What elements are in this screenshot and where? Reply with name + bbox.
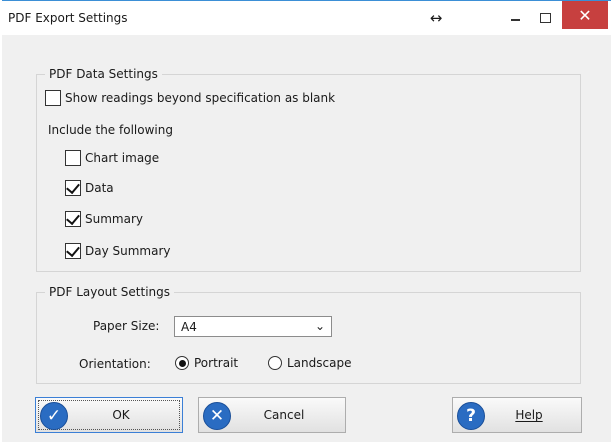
chevron-down-icon: ⌄ — [314, 319, 325, 333]
title-bar: PDF Export Settings ↔ ✕ — [2, 1, 611, 35]
blank-option-label: Show readings beyond specification as bl… — [65, 91, 336, 105]
orientation-portrait[interactable]: Portrait — [175, 356, 238, 370]
include-item-day-summary[interactable]: Day Summary — [65, 243, 171, 259]
chart-image-label: Chart image — [85, 151, 160, 165]
data-checkbox[interactable] — [65, 180, 81, 196]
include-item-chart-image[interactable]: Chart image — [65, 150, 159, 166]
orientation-label: Orientation: — [79, 357, 151, 371]
close-button[interactable]: ✕ — [562, 1, 608, 29]
resize-arrows-icon[interactable]: ↔ — [423, 7, 449, 29]
minimize-button[interactable] — [502, 7, 528, 29]
blank-option-checkbox[interactable] — [45, 90, 61, 106]
cancel-button[interactable]: ✕ Cancel — [198, 397, 346, 433]
pdf-export-dialog: PDF Export Settings ↔ ✕ PDF Data Setting… — [2, 0, 611, 442]
paper-size-label: Paper Size: — [93, 319, 160, 333]
maximize-button[interactable] — [532, 7, 558, 29]
window-title: PDF Export Settings — [8, 11, 128, 25]
portrait-radio[interactable] — [175, 356, 189, 370]
day-summary-label: Day Summary — [85, 244, 171, 258]
include-item-data[interactable]: Data — [65, 180, 114, 196]
maximize-icon — [539, 13, 551, 23]
summary-checkbox[interactable] — [65, 211, 81, 227]
orientation-landscape[interactable]: Landscape — [268, 356, 351, 370]
include-item-summary[interactable]: Summary — [65, 211, 143, 227]
landscape-radio[interactable] — [268, 356, 282, 370]
paper-size-select[interactable]: A4 ⌄ — [174, 316, 332, 337]
blank-option-row[interactable]: Show readings beyond specification as bl… — [45, 90, 335, 106]
summary-label: Summary — [85, 212, 143, 226]
help-label: Help — [515, 408, 543, 422]
chart-image-checkbox[interactable] — [65, 150, 81, 166]
ok-label: OK — [112, 408, 130, 422]
day-summary-checkbox[interactable] — [65, 243, 81, 259]
include-label: Include the following — [48, 123, 173, 137]
landscape-label: Landscape — [287, 356, 352, 370]
pdf-data-settings-title: PDF Data Settings — [45, 67, 162, 81]
portrait-label: Portrait — [194, 356, 239, 370]
data-label: Data — [85, 181, 114, 195]
cancel-label: Cancel — [263, 408, 305, 422]
minimize-icon — [510, 18, 520, 21]
ok-button[interactable]: ✓ OK — [35, 397, 183, 433]
help-button[interactable]: ? Help — [452, 397, 582, 433]
paper-size-value: A4 — [181, 320, 197, 334]
pdf-layout-settings-title: PDF Layout Settings — [45, 285, 175, 299]
